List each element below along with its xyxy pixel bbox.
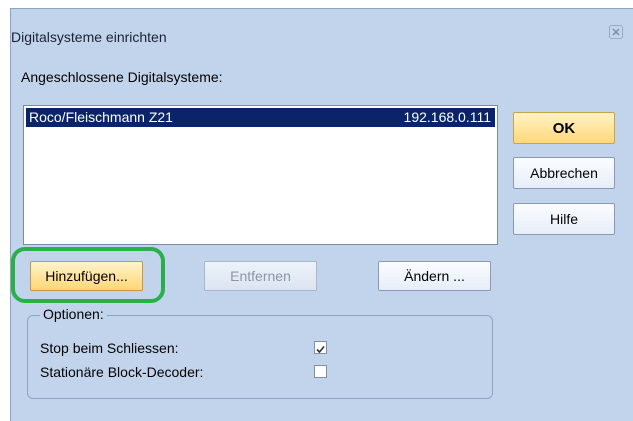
list-item[interactable]: Roco/Fleischmann Z21 192.168.0.111 bbox=[26, 108, 495, 127]
list-item-ip: 192.168.0.111 bbox=[403, 109, 491, 125]
dialog-window: Digitalsysteme einrichten Angeschlossene… bbox=[10, 8, 633, 421]
list-item-name: Roco/Fleischmann Z21 bbox=[29, 109, 173, 125]
options-legend: Optionen: bbox=[40, 306, 107, 322]
ok-button[interactable]: OK bbox=[513, 112, 615, 144]
remove-button: Entfernen bbox=[204, 261, 317, 291]
stop-on-close-checkbox[interactable] bbox=[314, 341, 327, 354]
digital-systems-list[interactable]: Roco/Fleischmann Z21 192.168.0.111 bbox=[23, 105, 498, 245]
highlight-annotation bbox=[11, 247, 165, 303]
stop-on-close-label: Stop beim Schliessen: bbox=[40, 340, 179, 356]
cancel-button[interactable]: Abbrechen bbox=[513, 157, 615, 189]
close-icon[interactable] bbox=[609, 25, 623, 39]
options-group: Optionen: Stop beim Schliessen: Stationä… bbox=[27, 306, 493, 399]
checkmark-icon bbox=[316, 345, 325, 354]
change-button[interactable]: Ändern ... bbox=[378, 261, 491, 291]
help-button[interactable]: Hilfe bbox=[513, 203, 615, 235]
dialog-title: Digitalsysteme einrichten bbox=[11, 29, 167, 45]
stationary-block-decoder-label: Stationäre Block-Decoder: bbox=[40, 364, 204, 380]
list-label: Angeschlossene Digitalsysteme: bbox=[21, 69, 223, 85]
stationary-block-decoder-checkbox[interactable] bbox=[314, 365, 327, 378]
